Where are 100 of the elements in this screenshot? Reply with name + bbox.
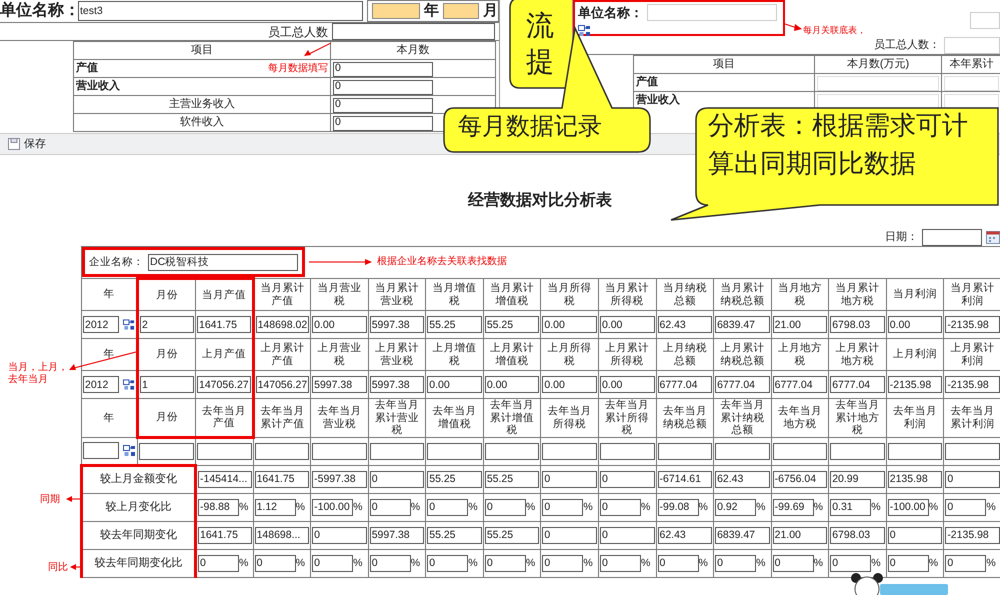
input-field[interactable]: 6798.03	[830, 316, 885, 333]
input-field[interactable]: 6839.47	[715, 526, 770, 544]
input-field[interactable]: -6714.61	[658, 470, 712, 488]
input-field[interactable]: 0	[945, 554, 986, 572]
input-field[interactable]	[658, 442, 712, 460]
input-field[interactable]: 0	[484, 554, 526, 572]
input-field[interactable]: 0.31	[830, 498, 872, 516]
input-field[interactable]: 0	[312, 554, 354, 572]
input-field[interactable]: 0.00	[542, 316, 597, 333]
input-field[interactable]: -2135.98	[945, 376, 1000, 393]
input-field[interactable]: -98.88	[198, 498, 239, 516]
input-field[interactable]: 0	[600, 498, 641, 516]
input-field[interactable]	[370, 442, 424, 460]
input-field[interactable]: 55.25	[427, 316, 482, 333]
input-field[interactable]: 0	[830, 554, 872, 572]
input-field[interactable]	[197, 443, 252, 460]
input-field[interactable]: -145414...	[198, 470, 252, 488]
input-field[interactable]	[945, 442, 1000, 460]
input-field[interactable]	[484, 442, 540, 460]
lookup-icon[interactable]	[123, 378, 135, 390]
input-field[interactable]: 5997.38	[370, 316, 424, 333]
input-field[interactable]	[312, 442, 367, 460]
input-field[interactable]: 55.25	[484, 316, 540, 333]
input-field[interactable]: 55.25	[484, 470, 540, 488]
input-field[interactable]	[830, 442, 885, 460]
input-field[interactable]: 6777.04	[830, 376, 885, 393]
input-field[interactable]: 0	[484, 498, 526, 516]
input-field[interactable]: DC税智科技	[148, 254, 298, 270]
input-field[interactable]: 1	[140, 376, 194, 393]
input-field[interactable]: 0	[198, 554, 239, 572]
input-field[interactable]: 0	[542, 470, 597, 488]
input-field[interactable]: 0	[772, 554, 814, 572]
input-field[interactable]: 6777.04	[772, 376, 828, 393]
input-field[interactable]: 55.25	[427, 526, 482, 544]
input-field[interactable]: -5997.38	[312, 470, 367, 488]
input-field[interactable]	[139, 442, 194, 460]
input-field[interactable]: 0	[542, 498, 584, 516]
lookup-icon[interactable]	[123, 444, 136, 457]
save-button[interactable]: 保存	[8, 136, 46, 152]
input-field[interactable]: 62.43	[715, 470, 770, 488]
input-field[interactable]: 0.92	[715, 498, 756, 516]
input-field[interactable]: 2012	[83, 376, 119, 393]
input-field[interactable]	[542, 442, 597, 460]
input-field[interactable]: -2135.98	[888, 376, 942, 393]
input-field[interactable]: 0.00	[484, 376, 540, 393]
input-field[interactable]: -99.69	[772, 498, 814, 516]
input-field[interactable]: 55.25	[427, 470, 482, 488]
input-field[interactable]: -100.00	[888, 498, 929, 516]
input-field[interactable]	[600, 442, 654, 460]
input-field[interactable]: 147056.27	[256, 376, 310, 393]
input-field[interactable]: 0	[888, 526, 942, 544]
input-field[interactable]: 2	[140, 316, 194, 333]
input-field[interactable]: 148698.02	[256, 316, 310, 333]
input-field[interactable]: 1641.75	[254, 470, 310, 488]
input-field[interactable]: 1641.75	[198, 526, 252, 544]
input-field[interactable]: 5997.38	[312, 376, 367, 393]
input-field[interactable]	[443, 3, 479, 19]
input-field[interactable]: 21.00	[772, 316, 828, 333]
input-field[interactable]: 0	[333, 80, 433, 95]
input-field[interactable]	[427, 442, 482, 460]
input-field[interactable]: 2135.98	[888, 470, 942, 488]
input-field[interactable]: 0	[333, 116, 433, 131]
input-field[interactable]: 5997.38	[370, 526, 424, 544]
input-field[interactable]: 21.00	[772, 526, 828, 544]
input-field[interactable]: 1641.75	[197, 316, 251, 333]
input-field[interactable]: 0.00	[600, 376, 654, 393]
input-field[interactable]: 0	[254, 554, 296, 572]
input-field[interactable]: -2135.98	[945, 316, 1000, 333]
input-field[interactable]	[772, 442, 828, 460]
input-field[interactable]: 0	[715, 554, 756, 572]
input-field[interactable]: 148698...	[254, 526, 310, 544]
input-field[interactable]: 5997.38	[370, 376, 424, 393]
input-field[interactable]	[372, 3, 420, 19]
input-field[interactable]: 0.00	[427, 376, 482, 393]
input-field[interactable]: 6777.04	[658, 376, 712, 393]
input-field[interactable]: 2012	[83, 316, 119, 333]
input-field[interactable]: 0.00	[888, 316, 942, 333]
input-field[interactable]: 6798.03	[830, 526, 885, 544]
input-field[interactable]: 0	[370, 470, 424, 488]
input-field[interactable]: 0	[370, 554, 411, 572]
input-field[interactable]: 0.00	[542, 376, 597, 393]
input-field[interactable]: -6756.04	[772, 470, 828, 488]
input-field[interactable]: 0	[312, 526, 367, 544]
input-field[interactable]: 0	[945, 498, 986, 516]
input-field[interactable]: 0	[427, 498, 468, 516]
input-field[interactable]: -2135.98	[945, 526, 1000, 544]
lookup-icon[interactable]	[123, 318, 135, 330]
input-field[interactable]	[332, 23, 495, 40]
input-field[interactable]: 147056.27	[197, 376, 251, 393]
input-field[interactable]: 0	[333, 62, 433, 77]
input-field[interactable]: 0	[600, 470, 654, 488]
input-field[interactable]: 0	[370, 498, 411, 516]
lookup-icon[interactable]	[578, 24, 591, 37]
input-field[interactable]	[254, 442, 310, 460]
input-field[interactable]: 0	[333, 98, 433, 113]
input-field[interactable]: 55.25	[484, 526, 540, 544]
calendar-icon[interactable]	[986, 230, 1000, 244]
input-field[interactable]: 0	[600, 554, 641, 572]
input-field[interactable]: 0	[427, 554, 468, 572]
input-field[interactable]: -99.08	[658, 498, 698, 516]
